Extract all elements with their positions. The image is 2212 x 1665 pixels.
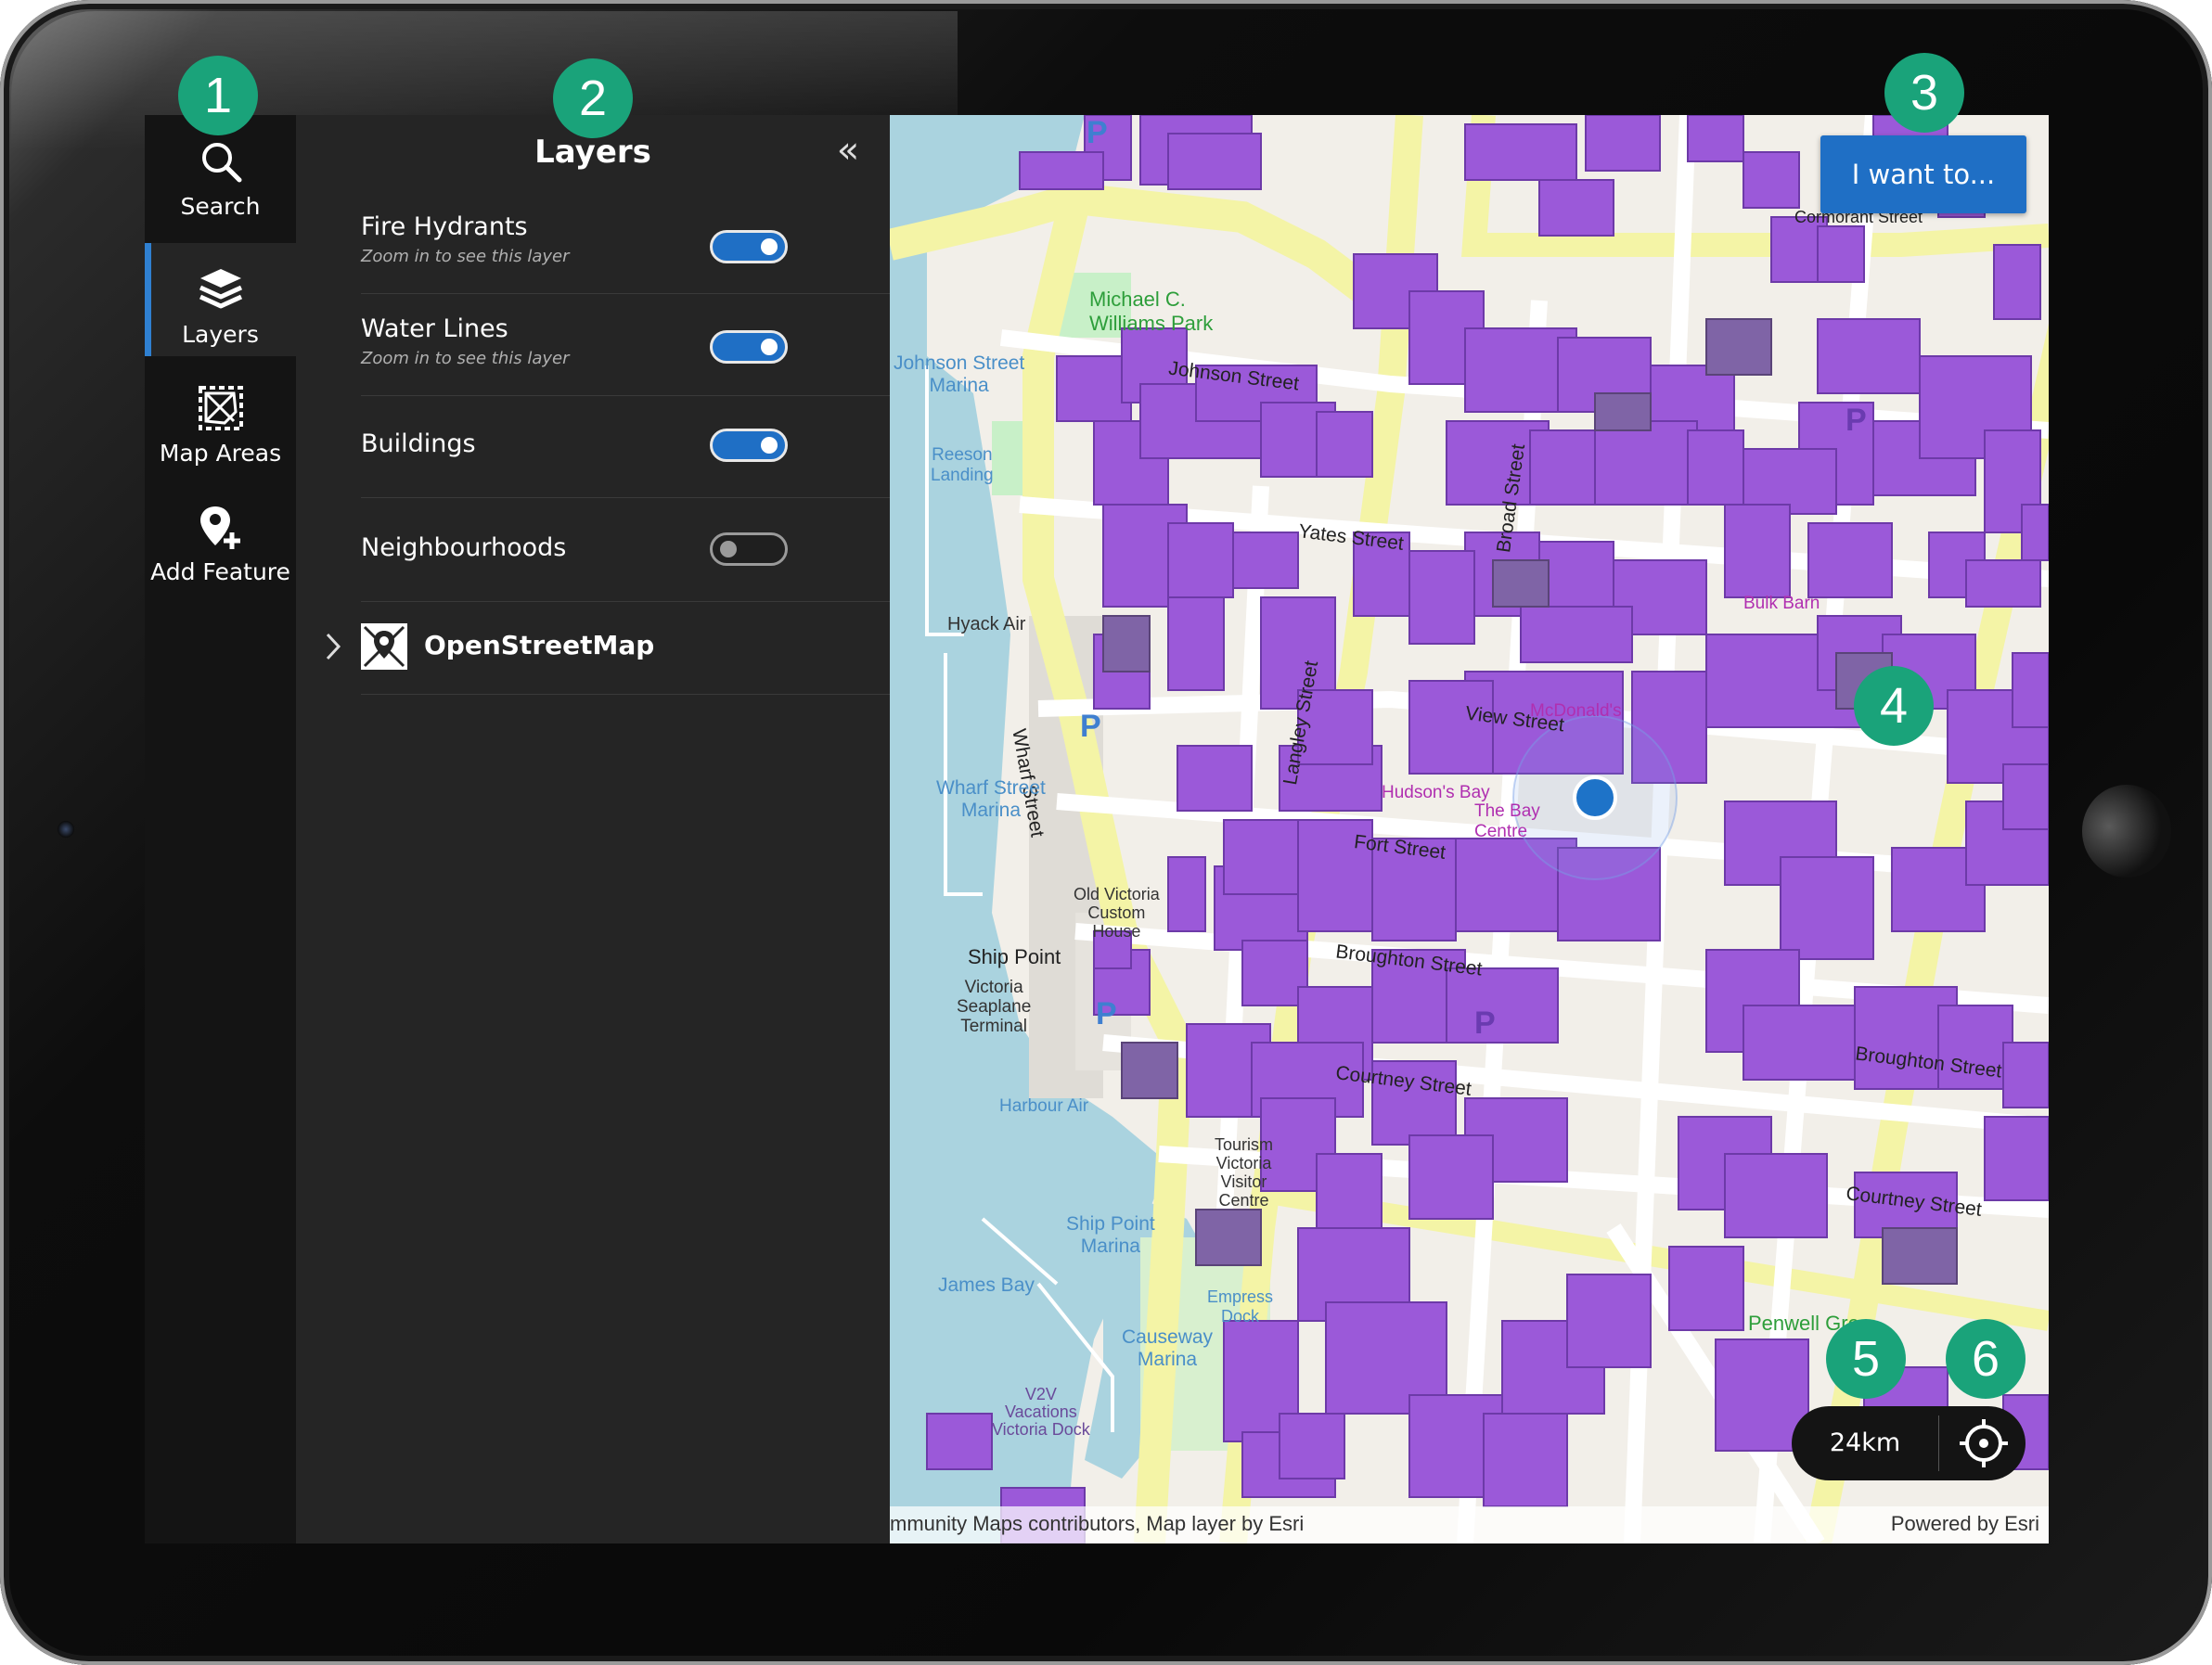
place-label: The Bay Centre [1474,801,1540,841]
callout-badge: 5 [1826,1319,1906,1399]
place-label: Harbour Air [999,1096,1089,1116]
place-label: Wharf Street Marina [936,777,1046,821]
nav-add-feature[interactable]: Add Feature [145,480,296,594]
nav-map-areas-label: Map Areas [159,440,282,467]
place-label: Causeway Marina [1122,1326,1214,1370]
nav-search-label: Search [180,193,261,220]
layers-panel: Layers « Fire Hydrants Zoom in to see th… [296,115,890,1543]
app-screen: Search Layers Map Areas Add Feature Laye… [145,115,2049,1543]
place-label: Tourism Victoria Visitor Centre [1215,1135,1274,1210]
layer-row-neighbourhoods: Neighbourhoods [361,497,890,602]
parking-icon: P [1096,996,1117,1031]
place-label: Hudson's Bay [1382,783,1490,802]
place-label: Bulk Barn [1743,594,1820,613]
current-location-dot [1573,775,1617,820]
esri-attribution[interactable]: Powered by Esri [1891,1512,2039,1536]
layer-toggle-buildings[interactable] [710,429,788,462]
scale-button[interactable]: 24km [1792,1406,1938,1480]
place-label: Empress Dock [1207,1287,1274,1326]
place-label: V2V Vacations Victoria Dock [992,1385,1090,1439]
chevron-right-icon[interactable] [320,631,346,662]
nav-add-feature-label: Add Feature [150,558,290,585]
nav-map-areas[interactable]: Map Areas [145,362,296,475]
layer-name: Water Lines [361,314,508,343]
place-label: Old Victoria Custom House [1074,885,1160,941]
parking-icon: P [1474,1005,1496,1041]
callout-badge: 6 [1946,1319,2026,1399]
camera-dot [58,821,74,838]
place-label: Ship Point [968,945,1061,968]
collapse-panel-button[interactable]: « [827,130,869,173]
locate-icon[interactable] [1942,1406,2026,1480]
basemap-name: OpenStreetMap [424,630,655,660]
i-want-to-button[interactable]: I want to... [1820,135,2026,213]
place-label: Victoria Seaplane Terminal [957,978,1032,1036]
nav-layers-label: Layers [182,321,259,348]
layer-toggle-neighbourhoods[interactable] [710,532,788,566]
layer-note: Zoom in to see this layer [361,247,570,266]
parking-icon: P [1080,709,1101,744]
side-nav: Search Layers Map Areas Add Feature [145,115,296,1543]
layer-note: Zoom in to see this layer [361,349,570,368]
map-areas-icon [199,386,243,430]
layer-row-water-lines: Water Lines Zoom in to see this layer [361,293,890,396]
layer-row-buildings: Buildings [361,395,890,498]
basemap-row[interactable]: OpenStreetMap [326,601,890,695]
tablet-frame: Search Layers Map Areas Add Feature Laye… [0,0,2212,1665]
place-label: Reeson Landing [931,445,994,485]
callout-badge: 3 [1884,53,1964,133]
layers-icon [199,269,243,309]
panel-title: Layers [534,134,651,171]
place-label: Michael C. Williams Park [1089,288,1214,335]
home-button [2082,785,2171,877]
place-label: Hyack Air [947,614,1026,634]
callout-badge: 4 [1854,666,1934,746]
map-attribution: mmunity Maps contributors, Map layer by … [890,1506,2049,1543]
place-label: James Bay [938,1274,1035,1296]
parking-icon: P [1087,115,1108,150]
layer-toggle-water-lines[interactable] [710,330,788,364]
osm-icon [361,623,407,670]
map-controls: 24km [1792,1406,2026,1480]
place-label: Johnson Street Marina [894,352,1025,396]
layer-name: Neighbourhoods [361,533,567,562]
callout-badge: 1 [178,56,258,135]
layer-toggle-fire-hydrants[interactable] [710,230,788,263]
layer-name: Fire Hydrants [361,212,528,241]
parking-icon: P [1845,403,1867,438]
place-label: Ship Point Marina [1066,1213,1155,1257]
add-feature-icon [200,506,240,549]
place-label: McDonald's [1530,701,1622,721]
attribution-text: mmunity Maps contributors, Map layer by … [890,1512,1305,1535]
layer-name: Buildings [361,429,476,458]
layer-row-fire-hydrants: Fire Hydrants Zoom in to see this layer [361,193,890,294]
control-divider [1938,1415,1939,1471]
callout-badge: 2 [553,58,633,138]
search-icon [202,143,242,183]
nav-layers[interactable]: Layers [145,243,296,356]
